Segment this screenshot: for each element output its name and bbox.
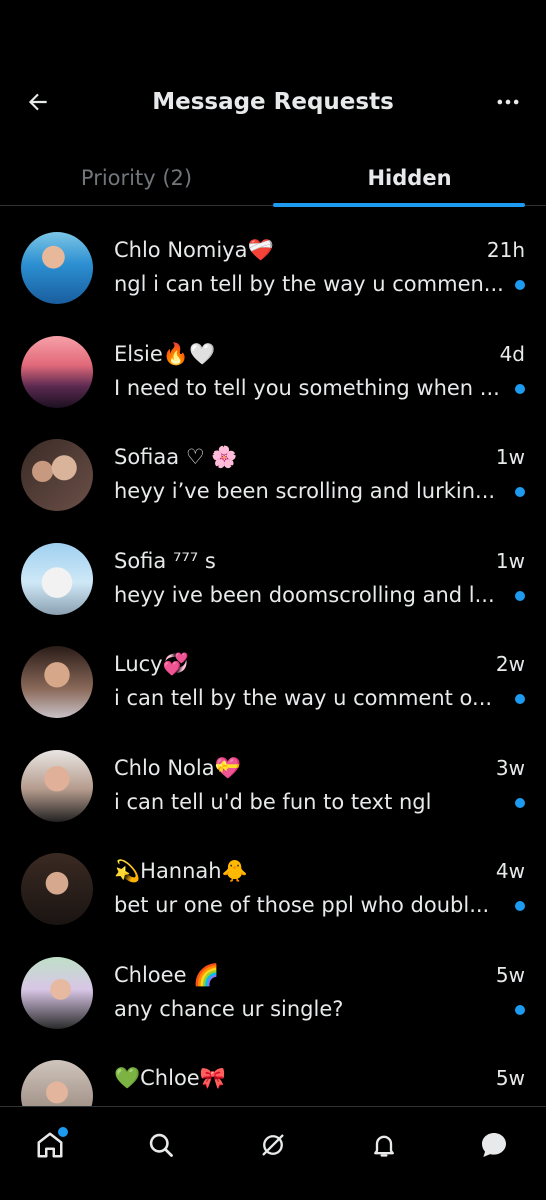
- more-horizontal-icon: [497, 99, 519, 105]
- unread-dot: [515, 590, 525, 601]
- message-preview: I need to tell you something when ...: [114, 375, 500, 400]
- sender-name: Lucy💞: [114, 652, 189, 676]
- page-title: Message Requests: [152, 89, 394, 115]
- list-item[interactable]: Sofiaa ♡ 🌸 1w heyy i’ve been scrolling a…: [0, 413, 546, 517]
- unread-dot: [515, 694, 525, 704]
- list-item[interactable]: Chlo Nomiya❤️‍🩹 21h ngl i can tell by th…: [0, 206, 546, 310]
- unread-dot: [515, 383, 525, 394]
- avatar[interactable]: [21, 542, 93, 615]
- list-item[interactable]: Chloee 🌈 5w any chance ur single?: [0, 931, 546, 1035]
- timestamp: 5w: [495, 962, 525, 987]
- message-preview: any chance ur single?: [114, 996, 344, 1021]
- avatar[interactable]: [21, 232, 93, 304]
- tab-hidden-label: Hidden: [367, 166, 452, 190]
- timestamp: 1w: [495, 548, 525, 573]
- unread-dot: [515, 280, 525, 290]
- tab-hidden[interactable]: Hidden: [273, 150, 546, 207]
- list-item[interactable]: Lucy💞 2w i can tell by the way u comment…: [0, 620, 546, 724]
- avatar[interactable]: [21, 439, 93, 511]
- nav-search[interactable]: [143, 1127, 179, 1163]
- message-preview: i can tell u'd be fun to text ngl: [114, 789, 432, 814]
- list-item[interactable]: 💚Chloe🎀 5w: [0, 1034, 546, 1106]
- unread-dot: [515, 487, 525, 497]
- timestamp: 3w: [495, 755, 525, 780]
- tab-bar: Priority (2) Hidden: [0, 150, 546, 207]
- nav-grok[interactable]: [255, 1127, 291, 1163]
- timestamp: 2w: [495, 652, 525, 676]
- message-preview: heyy i’ve been scrolling and lurkin...: [114, 479, 496, 503]
- sender-name: Chlo Nomiya❤️‍🩹: [114, 238, 274, 262]
- avatar[interactable]: [21, 1060, 93, 1106]
- message-preview: i can tell by the way u comment o...: [114, 686, 493, 710]
- avatar[interactable]: [21, 853, 93, 925]
- notification-badge: [58, 1127, 68, 1137]
- avatar[interactable]: [21, 749, 93, 822]
- timestamp: 5w: [495, 1066, 525, 1090]
- nav-messages[interactable]: [476, 1127, 512, 1163]
- list-item[interactable]: Chlo Nola💝 3w i can tell u'd be fun to t…: [0, 724, 546, 828]
- message-request-list: Chlo Nomiya❤️‍🩹 21h ngl i can tell by th…: [0, 206, 546, 1106]
- search-icon: [149, 1133, 173, 1157]
- list-item[interactable]: Elsie🔥🤍 4d I need to tell you something …: [0, 310, 546, 414]
- unread-dot: [515, 797, 525, 808]
- message-preview: heyy ive been doomscrolling and l...: [114, 582, 495, 607]
- sender-name: Chlo Nola💝: [114, 755, 241, 780]
- tab-priority-label: Priority (2): [80, 166, 193, 190]
- unread-dot: [515, 901, 525, 911]
- notifications-icon: [374, 1135, 394, 1157]
- unread-dot: [515, 1004, 525, 1015]
- header: Message Requests: [0, 0, 546, 145]
- avatar[interactable]: [21, 956, 93, 1029]
- nav-notifications[interactable]: [366, 1127, 402, 1163]
- more-button[interactable]: [492, 86, 524, 118]
- grok-icon: [262, 1134, 284, 1156]
- avatar[interactable]: [21, 646, 93, 718]
- sender-name: Elsie🔥🤍: [114, 341, 216, 366]
- avatar[interactable]: [21, 335, 93, 408]
- message-preview: bet ur one of those ppl who doubl...: [114, 893, 490, 917]
- sender-name: Sofiaa ♡ 🌸: [114, 445, 238, 469]
- timestamp: 4w: [495, 859, 525, 883]
- list-item[interactable]: Sofia ⁷⁷⁷ s 1w heyy ive been doomscrolli…: [0, 517, 546, 621]
- sender-name: Sofia ⁷⁷⁷ s: [114, 548, 216, 573]
- sender-name: 💫Hannah🐥: [114, 859, 248, 883]
- timestamp: 1w: [495, 445, 525, 469]
- list-item[interactable]: 💫Hannah🐥 4w bet ur one of those ppl who …: [0, 827, 546, 931]
- sender-name: 💚Chloe🎀: [114, 1066, 226, 1090]
- bottom-navigation: [0, 1106, 546, 1200]
- timestamp: 21h: [486, 238, 525, 262]
- timestamp: 4d: [499, 341, 525, 366]
- sender-name: Chloee 🌈: [114, 962, 220, 987]
- messages-icon: [482, 1133, 506, 1157]
- tab-priority[interactable]: Priority (2): [0, 150, 273, 206]
- message-preview: ngl i can tell by the way u commen...: [114, 272, 504, 296]
- nav-home[interactable]: [32, 1127, 68, 1163]
